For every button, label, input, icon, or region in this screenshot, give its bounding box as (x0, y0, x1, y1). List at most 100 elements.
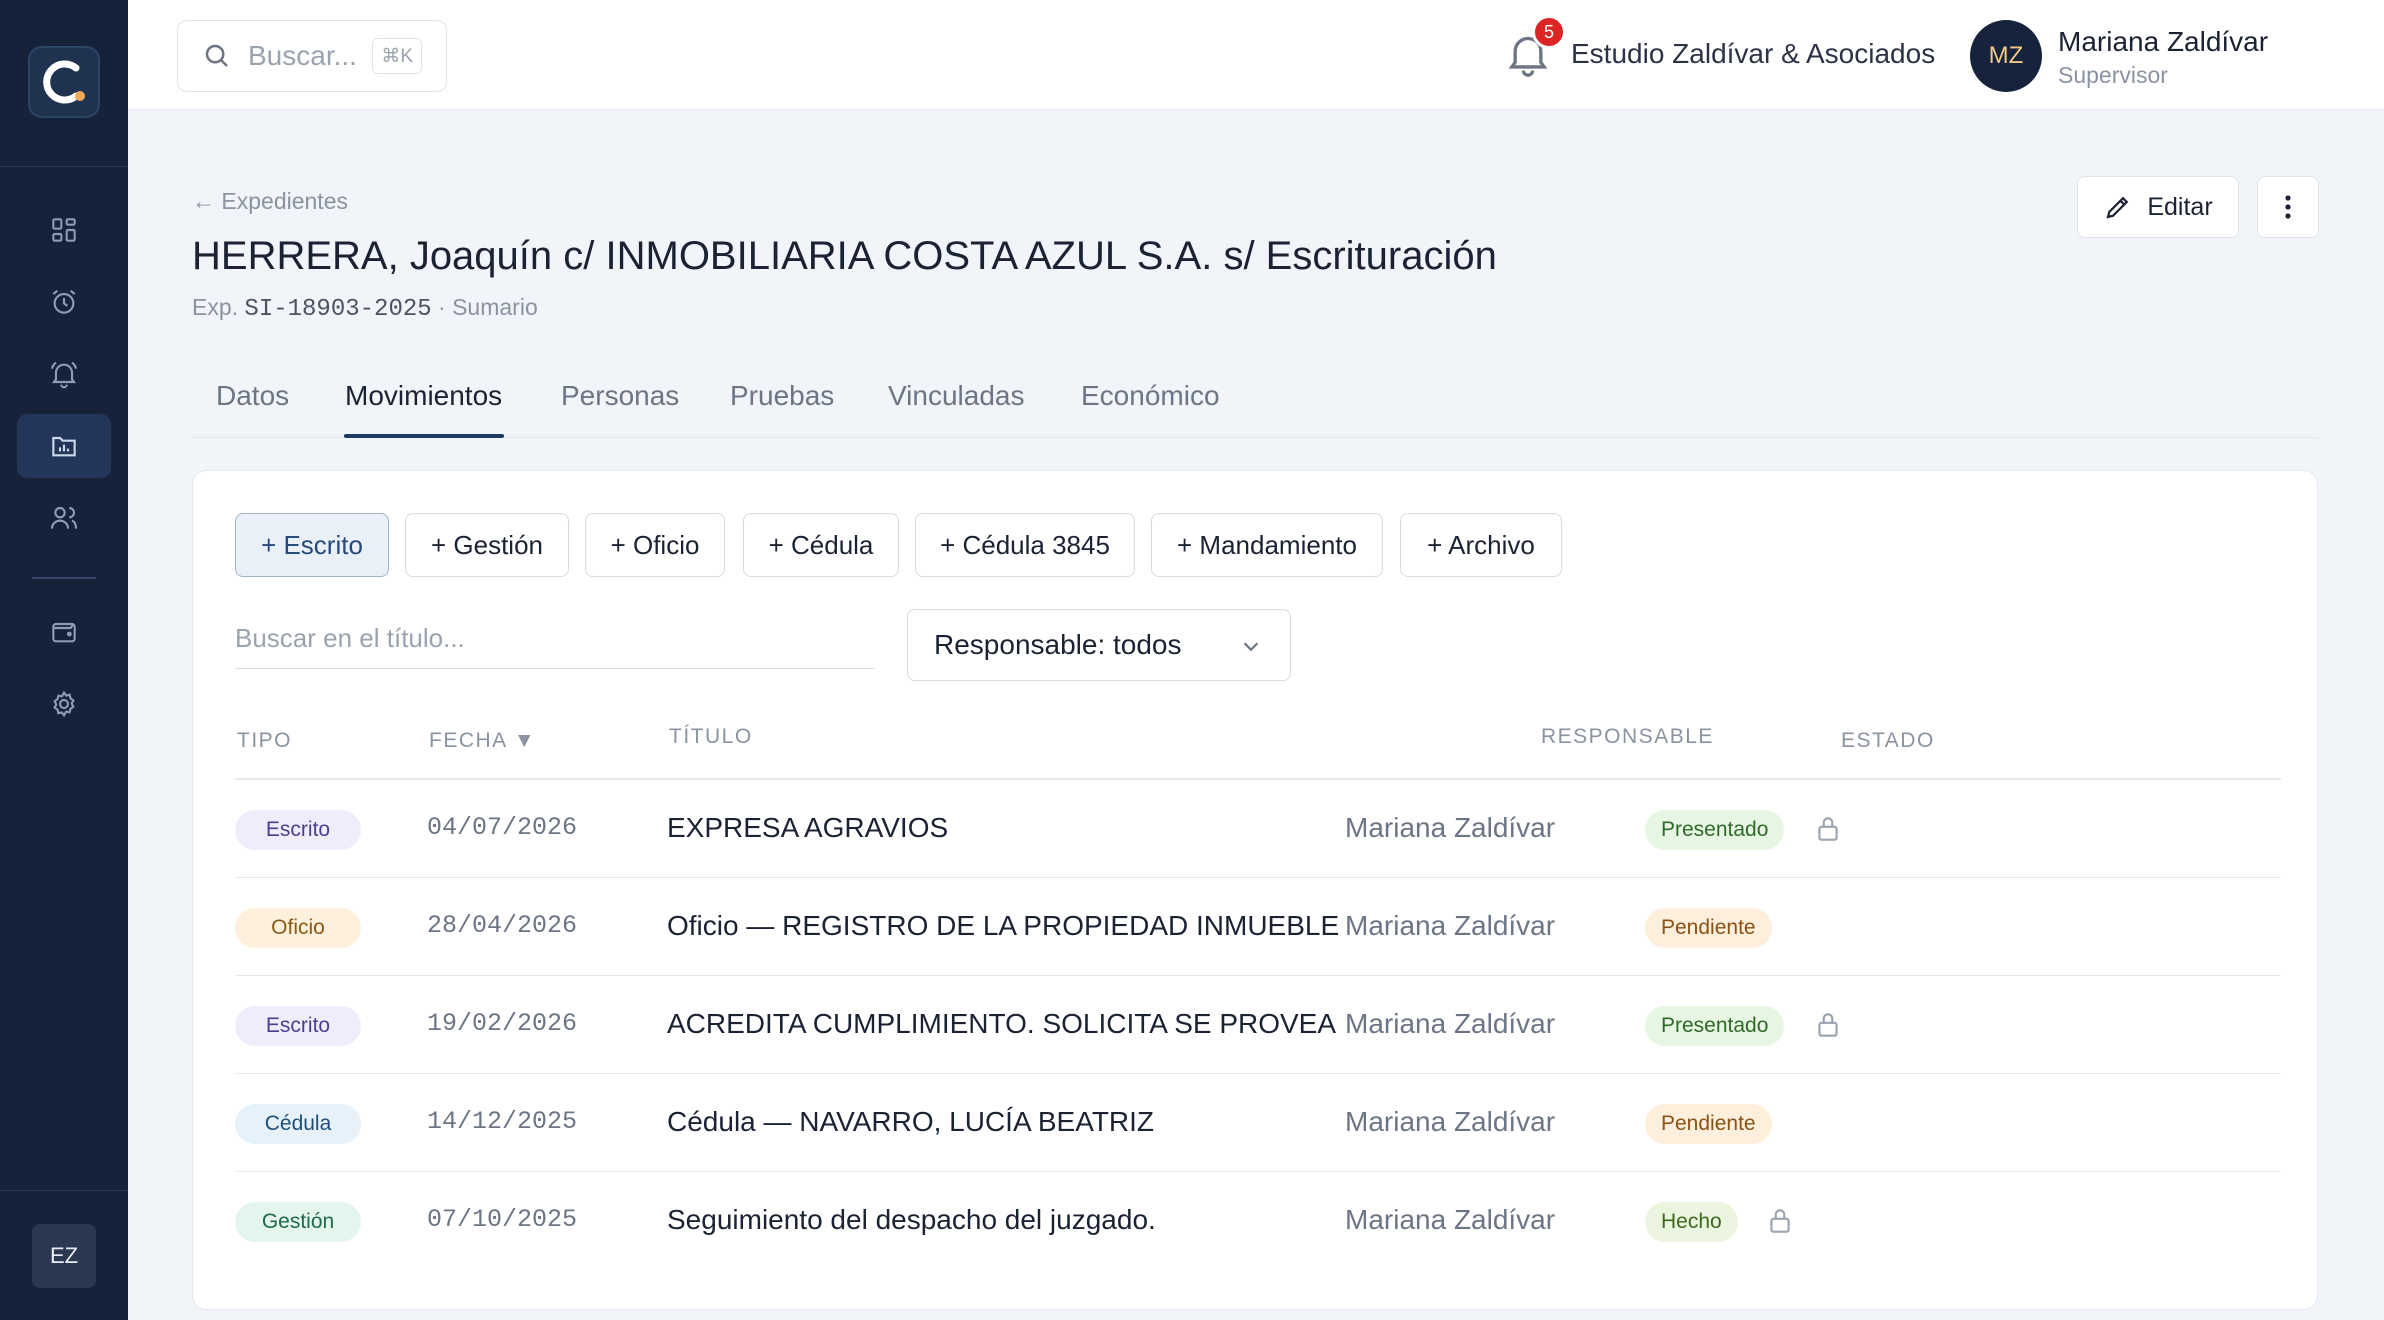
table-row[interactable]: Oficio 28/04/2026 Oficio — REGISTRO DE L… (235, 878, 2281, 976)
sidebar-divider (32, 577, 96, 579)
user-role: Supervisor (2058, 62, 2168, 88)
lock-icon (1818, 817, 1838, 841)
sidebar-item-notifications[interactable] (17, 342, 111, 406)
tab-movimientos[interactable]: Movimientos (345, 380, 502, 412)
tab-datos[interactable]: Datos (216, 380, 289, 412)
notification-count-badge: 5 (1532, 15, 1566, 49)
tab-economico[interactable]: Económico (1081, 380, 1220, 412)
topbar: Buscar... ⌘K 5 Estudio Zaldívar & Asocia… (128, 0, 2384, 110)
breadcrumb-back-link[interactable]: ← Expedientes (192, 188, 348, 215)
global-search[interactable]: Buscar... ⌘K (177, 20, 447, 92)
exp-type: · Sumario (438, 294, 538, 320)
sidebar-user-avatar[interactable]: EZ (32, 1224, 96, 1288)
case-tabs: Datos Movimientos Personas Pruebas Vincu… (192, 370, 2318, 438)
sidebar-item-dashboard[interactable] (17, 198, 111, 262)
tipo-badge: Escrito (235, 1006, 361, 1046)
search-shortcut: ⌘K (372, 38, 422, 74)
row-fecha: 19/02/2026 (427, 1009, 578, 1038)
add-oficio-button[interactable]: + Oficio (585, 513, 725, 577)
table-row[interactable]: Gestión 07/10/2025 Seguimiento del despa… (235, 1172, 2281, 1270)
pencil-icon (2106, 196, 2129, 219)
add-escrito-button[interactable]: + Escrito (235, 513, 389, 577)
add-cedula-button[interactable]: + Cédula (743, 513, 899, 577)
row-fecha: 07/10/2025 (427, 1205, 578, 1234)
row-titulo[interactable]: Oficio — REGISTRO DE LA PROPIEDAD INMUEB… (667, 910, 1339, 942)
tipo-badge: Cédula (235, 1104, 361, 1144)
tipo-badge: Gestión (235, 1202, 361, 1242)
table-row[interactable]: Escrito 19/02/2026 ACREDITA CUMPLIMIENTO… (235, 976, 2281, 1074)
organization-name: Estudio Zaldívar & Asociados (1571, 38, 1936, 69)
column-header-estado[interactable]: ESTADO (1841, 729, 1935, 753)
chevron-down-icon (1243, 642, 1259, 652)
lock-icon (1770, 1209, 1790, 1233)
responsable-select[interactable]: Responsable: todos (907, 609, 1291, 681)
column-header-titulo[interactable]: TÍTULO (669, 725, 753, 749)
sidebar-item-people[interactable] (17, 486, 111, 550)
estado-badge: Pendiente (1645, 1104, 1772, 1144)
row-fecha: 04/07/2026 (427, 813, 578, 842)
tab-personas[interactable]: Personas (561, 380, 679, 412)
add-mandamiento-button[interactable]: + Mandamiento (1151, 513, 1383, 577)
user-name[interactable]: Mariana Zaldívar (2058, 26, 2268, 58)
lock-icon (1818, 1013, 1838, 1037)
row-fecha: 28/04/2026 (427, 911, 578, 940)
sidebar-item-expedientes[interactable] (17, 414, 111, 478)
folder-chart-icon (52, 436, 76, 457)
column-header-tipo[interactable]: TIPO (237, 729, 292, 753)
row-fecha: 14/12/2025 (427, 1107, 578, 1136)
row-responsable: Mariana Zaldívar (1345, 1106, 1556, 1137)
exp-code: SI-18903-2025 (244, 296, 432, 323)
table-row[interactable]: Cédula 14/12/2025 Cédula — NAVARRO, LUCÍ… (235, 1074, 2281, 1172)
wallet-icon (52, 622, 76, 643)
estado-badge: Hecho (1645, 1202, 1738, 1242)
app-logo[interactable] (28, 46, 100, 118)
logo-icon (43, 60, 85, 104)
estado-badge: Presentado (1645, 1006, 1785, 1046)
add-gestion-button[interactable]: + Gestión (405, 513, 569, 577)
responsable-select-value: Responsable: todos (934, 629, 1182, 660)
estado-badge: Pendiente (1645, 908, 1772, 948)
row-titulo[interactable]: Seguimiento del despacho del juzgado. (667, 1204, 1156, 1236)
add-cedula-3845-button[interactable]: + Cédula 3845 (915, 513, 1135, 577)
more-options-button[interactable] (2257, 176, 2319, 238)
kebab-menu-icon (2285, 195, 2291, 219)
table-row[interactable]: Escrito 04/07/2026 EXPRESA AGRAVIOS Mari… (235, 780, 2281, 878)
title-search-input[interactable]: Buscar en el título... (235, 609, 875, 669)
column-header-responsable[interactable]: RESPONSABLE (1541, 725, 1714, 749)
row-titulo[interactable]: EXPRESA AGRAVIOS (667, 812, 948, 844)
row-responsable: Mariana Zaldívar (1345, 812, 1556, 843)
users-icon (50, 506, 78, 529)
user-avatar[interactable]: MZ (1970, 20, 2042, 92)
sidebar: EZ (0, 0, 128, 1320)
tipo-badge: Oficio (235, 908, 361, 948)
row-responsable: Mariana Zaldívar (1345, 1204, 1556, 1235)
exp-prefix: Exp. (192, 294, 239, 320)
sidebar-item-settings[interactable] (17, 672, 111, 736)
row-titulo[interactable]: Cédula — NAVARRO, LUCÍA BEATRIZ (667, 1106, 1154, 1138)
tipo-badge: Escrito (235, 810, 361, 850)
row-responsable: Mariana Zaldívar (1345, 1008, 1556, 1039)
case-subtitle: Exp. SI-18903-2025 · Sumario (192, 294, 538, 323)
gear-icon (53, 690, 75, 718)
row-titulo[interactable]: ACREDITA CUMPLIMIENTO. SOLICITA SE PROVE… (667, 1008, 1336, 1040)
movements-card: + Escrito + Gestión + Oficio + Cédula + … (192, 470, 2318, 1310)
tab-pruebas[interactable]: Pruebas (730, 380, 834, 412)
edit-button[interactable]: Editar (2077, 176, 2239, 238)
row-responsable: Mariana Zaldívar (1345, 910, 1556, 941)
sidebar-item-alarms[interactable] (17, 270, 111, 334)
active-tab-indicator (344, 434, 504, 438)
sidebar-divider (0, 1190, 128, 1191)
dashboard-icon (52, 218, 76, 242)
sidebar-divider (0, 166, 128, 167)
page-title: HERRERA, Joaquín c/ INMOBILIARIA COSTA A… (192, 234, 1497, 278)
add-archivo-button[interactable]: + Archivo (1400, 513, 1562, 577)
sidebar-item-wallet[interactable] (17, 600, 111, 664)
alarm-clock-icon (52, 289, 76, 314)
edit-button-label: Editar (2147, 192, 2213, 221)
estado-badge: Presentado (1645, 810, 1785, 850)
bell-icon (50, 361, 78, 389)
search-icon (205, 44, 228, 67)
tab-vinculadas[interactable]: Vinculadas (888, 380, 1024, 412)
column-header-fecha[interactable]: FECHA ▼ (429, 729, 536, 753)
search-placeholder: Buscar... (248, 40, 357, 71)
